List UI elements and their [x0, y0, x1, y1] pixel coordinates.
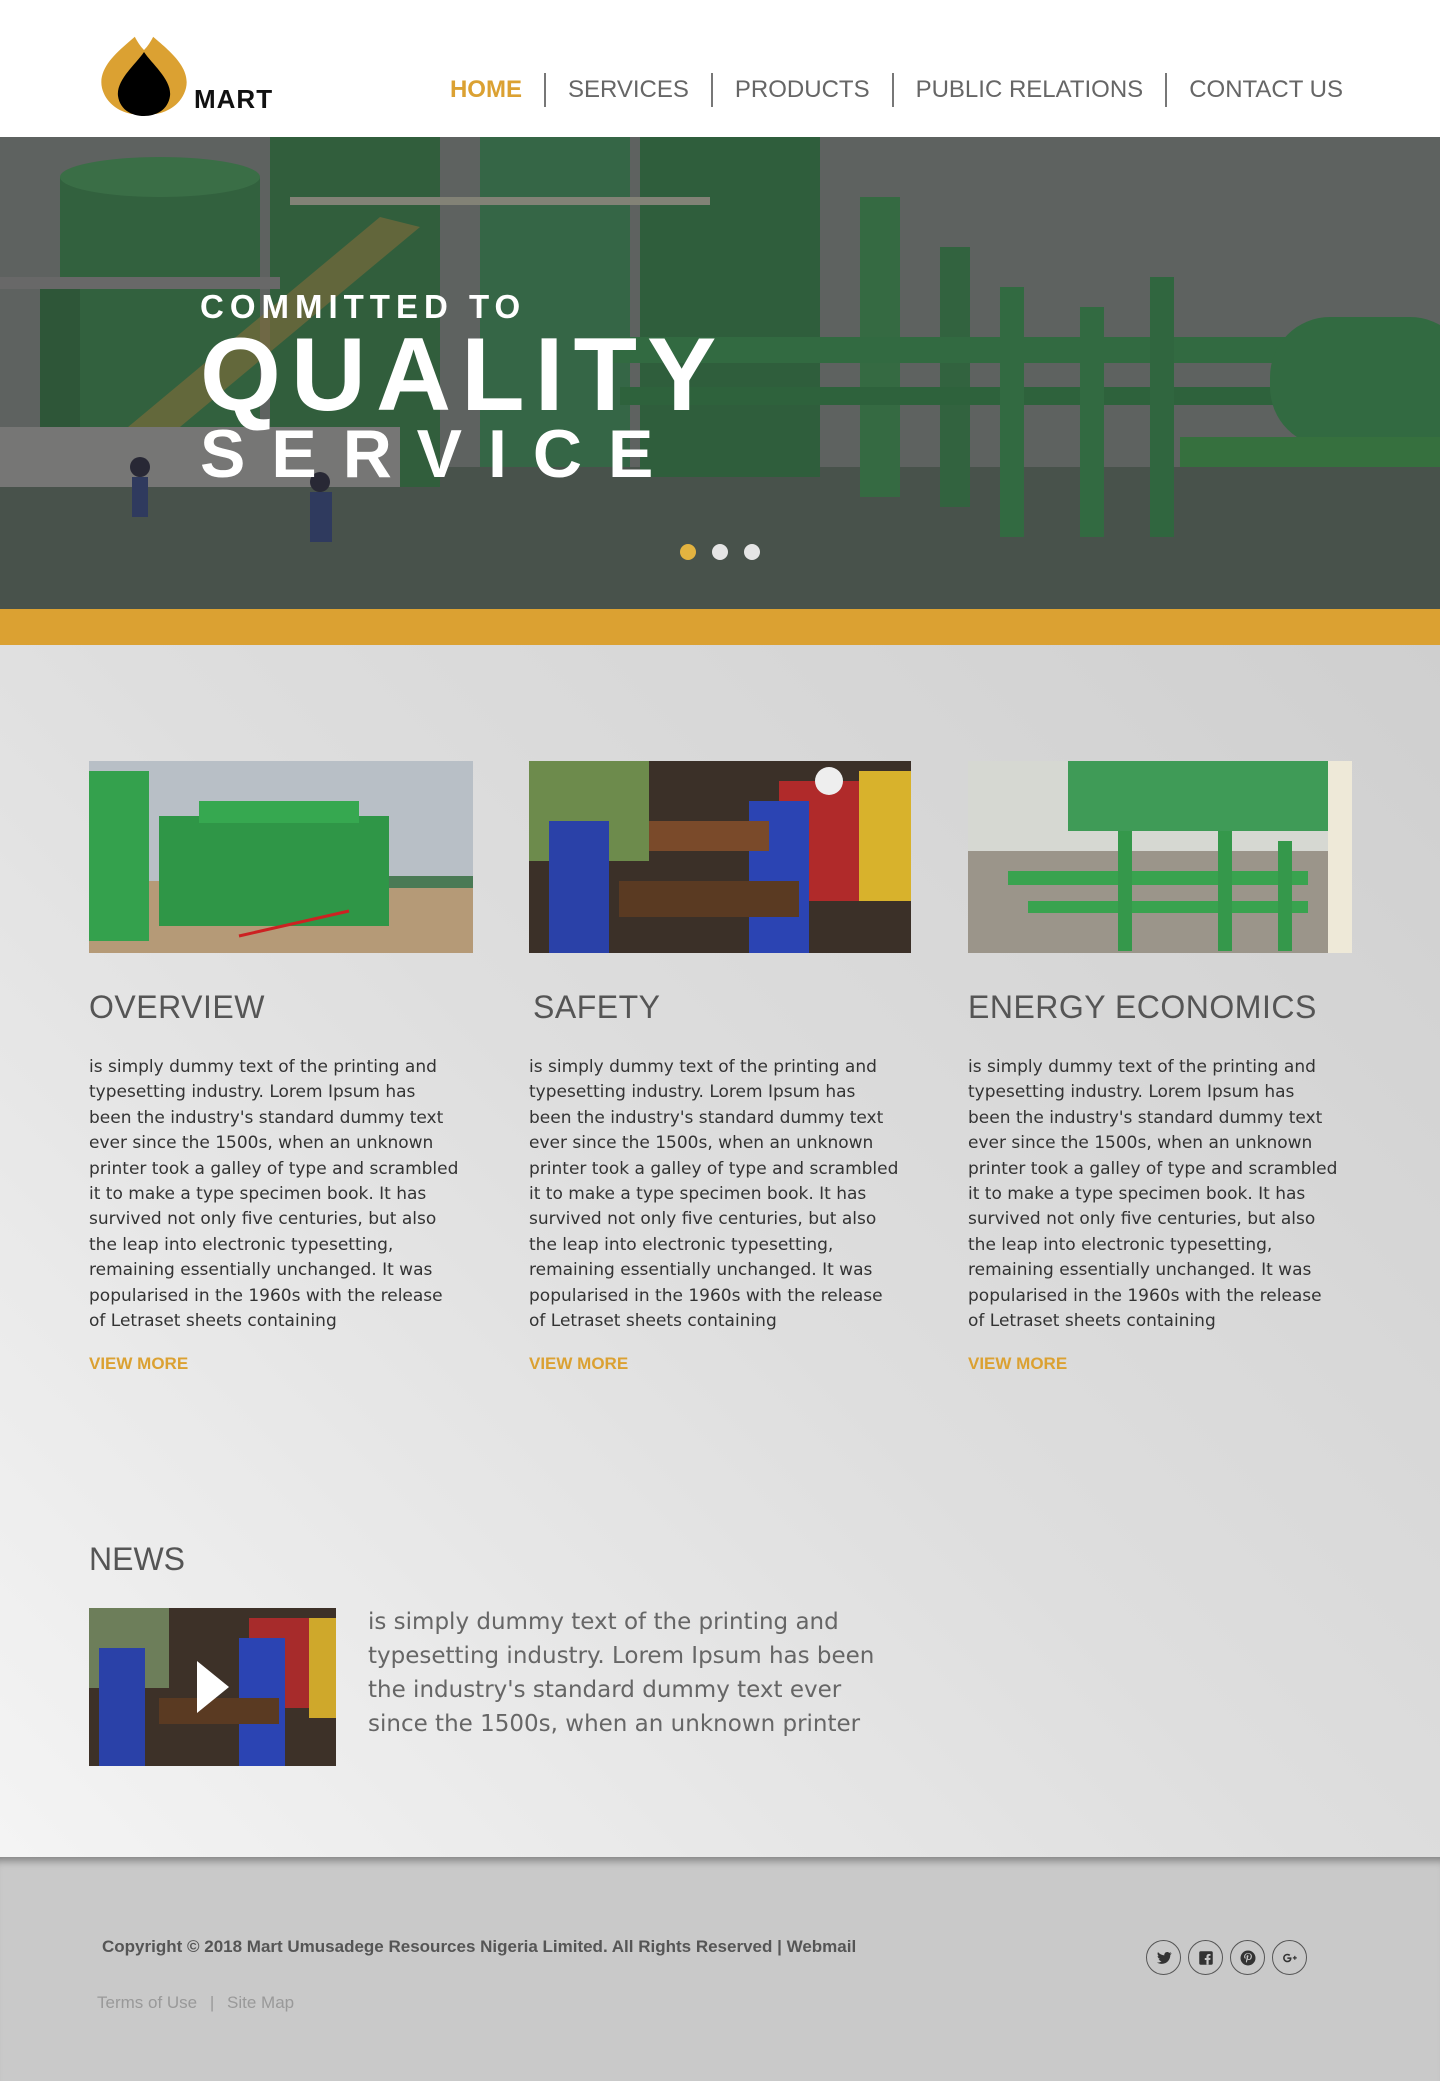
site-footer: Copyright © 2018 Mart Umusadege Resource… — [0, 1857, 1440, 2081]
main-nav: HOME SERVICES PRODUCTS PUBLIC RELATIONS … — [428, 72, 1440, 108]
nav-contact-us[interactable]: CONTACT US — [1165, 73, 1440, 107]
safety-image — [529, 761, 911, 953]
hero-text: COMMITTED TO QUALITY SERVICE — [200, 287, 726, 489]
energy-economics-view-more-link[interactable]: VIEW MORE — [968, 1354, 1067, 1374]
overview-image — [89, 761, 473, 953]
pinterest-icon[interactable] — [1230, 1940, 1265, 1975]
news-video-thumbnail[interactable] — [89, 1608, 336, 1766]
logo-drop-icon — [101, 24, 187, 116]
social-links — [1146, 1940, 1307, 1975]
gold-divider — [0, 609, 1440, 645]
feature-card-safety: SAFETY is simply dummy text of the print… — [529, 761, 913, 1374]
slider-dot-1[interactable] — [680, 544, 696, 560]
safety-view-more-link[interactable]: VIEW MORE — [529, 1354, 628, 1374]
copyright-text: Copyright © 2018 Mart Umusadege Resource… — [102, 1937, 782, 1956]
news-title: NEWS — [89, 1541, 185, 1577]
feature-card-overview: OVERVIEW is simply dummy text of the pri… — [89, 761, 473, 1374]
terms-of-use-link[interactable]: Terms of Use — [97, 1993, 197, 2012]
energy-economics-text: is simply dummy text of the printing and… — [968, 1057, 1338, 1332]
slider-dot-2[interactable] — [712, 544, 728, 560]
footer-links: Terms of Use | Site Map — [97, 1993, 294, 2013]
nav-services[interactable]: SERVICES — [543, 73, 711, 107]
energy-economics-title: ENERGY ECONOMICS — [968, 989, 1317, 1025]
slider-dots — [680, 544, 760, 560]
safety-text: is simply dummy text of the printing and… — [529, 1057, 899, 1332]
overview-view-more-link[interactable]: VIEW MORE — [89, 1354, 188, 1374]
slider-dot-3[interactable] — [744, 544, 760, 560]
hero-slider: COMMITTED TO QUALITY SERVICE — [0, 137, 1440, 609]
nav-home[interactable]: HOME — [428, 73, 544, 107]
logo[interactable]: MART — [94, 22, 284, 117]
nav-public-relations[interactable]: PUBLIC RELATIONS — [891, 73, 1166, 107]
webmail-link[interactable]: Webmail — [787, 1937, 857, 1956]
hero-title: QUALITY — [200, 317, 727, 433]
footer-link-separator: | — [209, 1993, 215, 2012]
overview-text: is simply dummy text of the printing and… — [89, 1057, 459, 1332]
site-header: MART HOME SERVICES PRODUCTS PUBLIC RELAT… — [0, 0, 1440, 137]
hero-subtitle: SERVICE — [200, 416, 680, 492]
nav-products[interactable]: PRODUCTS — [710, 73, 892, 107]
feature-card-energy-economics: ENERGY ECONOMICS is simply dummy text of… — [968, 761, 1352, 1374]
energy-economics-image — [968, 761, 1352, 953]
twitter-icon[interactable] — [1146, 1940, 1181, 1975]
news-text: is simply dummy text of the printing and… — [368, 1609, 875, 1737]
google-plus-icon[interactable] — [1272, 1940, 1307, 1975]
copyright: Copyright © 2018 Mart Umusadege Resource… — [102, 1937, 856, 1957]
main-content: OVERVIEW is simply dummy text of the pri… — [0, 645, 1440, 1857]
overview-title: OVERVIEW — [89, 989, 265, 1025]
site-map-link[interactable]: Site Map — [227, 1993, 294, 2012]
safety-title: SAFETY — [533, 989, 661, 1025]
play-icon[interactable] — [197, 1661, 229, 1713]
logo-text: MART — [194, 84, 274, 114]
facebook-icon[interactable] — [1188, 1940, 1223, 1975]
